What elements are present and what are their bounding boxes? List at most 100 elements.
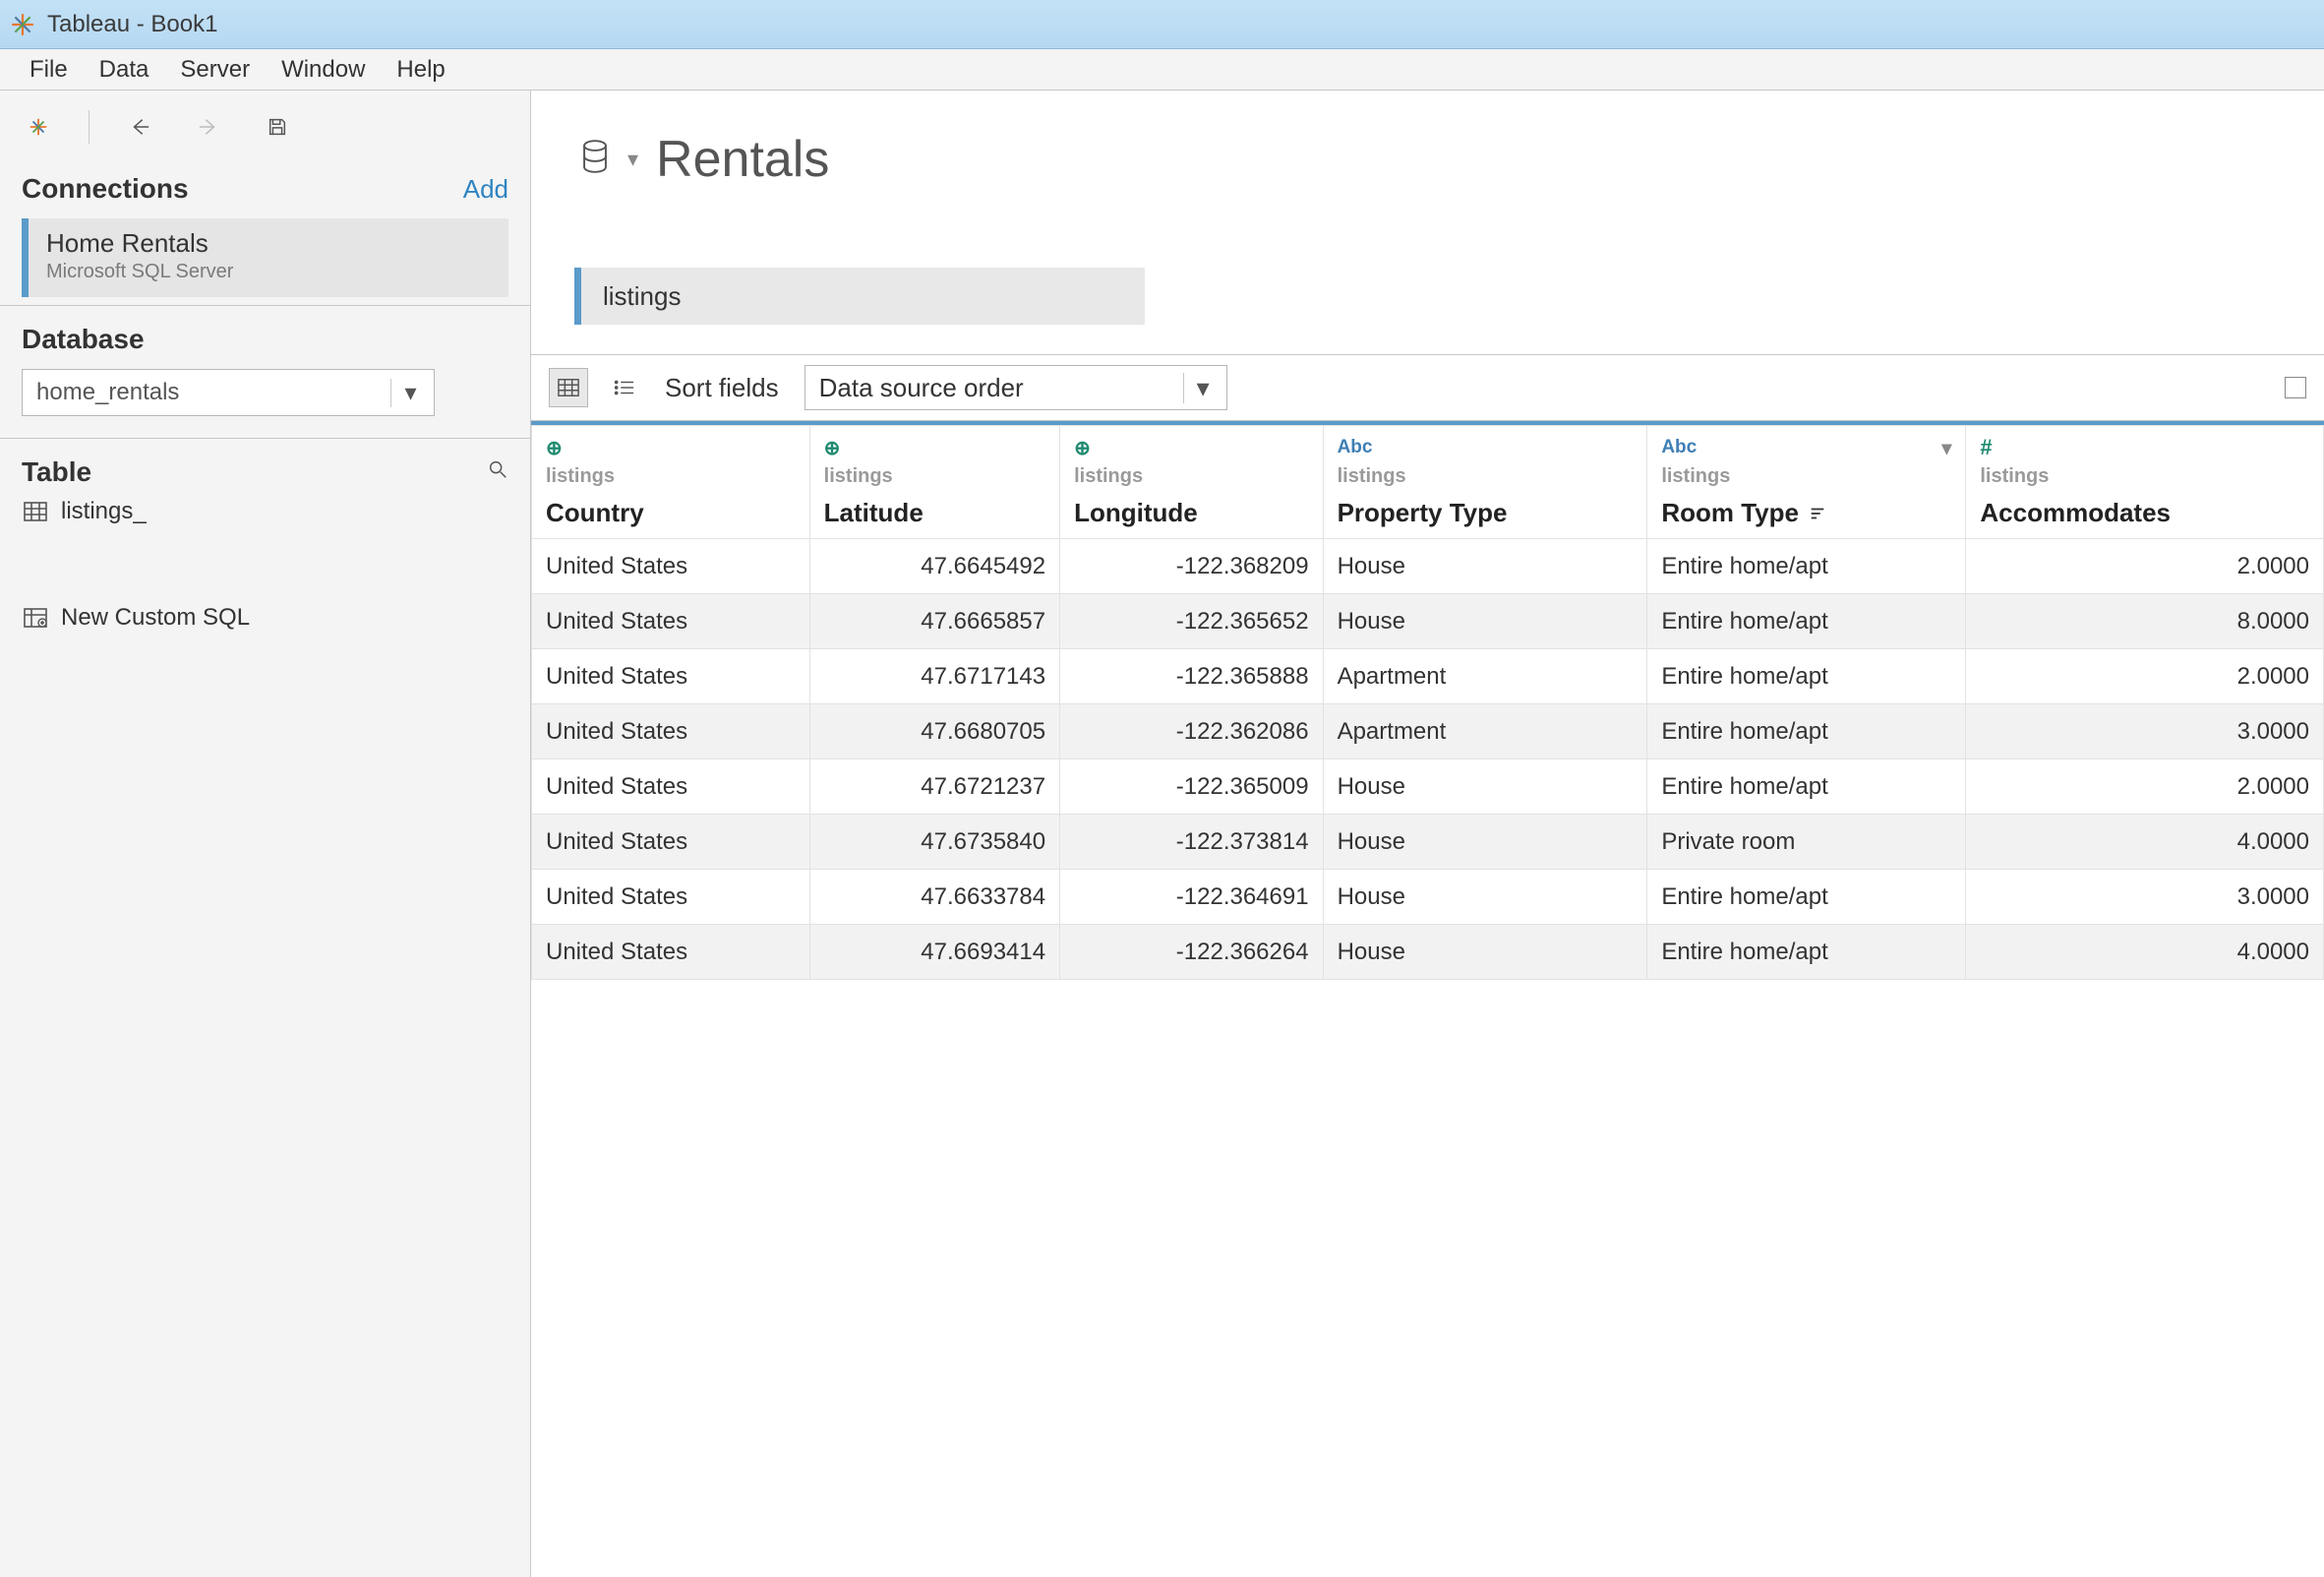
database-selected: home_rentals (36, 379, 179, 406)
cell-lat[interactable]: 47.6721237 (809, 759, 1059, 815)
cell-acc[interactable]: 2.0000 (1966, 649, 2324, 704)
menu-file[interactable]: File (14, 56, 84, 84)
database-dropdown[interactable]: home_rentals ▾ (22, 369, 435, 416)
cell-lon[interactable]: -122.364691 (1060, 870, 1323, 925)
table-row[interactable]: United States47.6721237-122.365009HouseE… (532, 759, 2324, 815)
database-icon[interactable] (580, 140, 610, 179)
sidebar: Connections Add Home Rentals Microsoft S… (0, 91, 531, 1577)
cell-rtype[interactable]: Entire home/apt (1647, 704, 1966, 759)
cell-country[interactable]: United States (532, 649, 810, 704)
table-row[interactable]: United States47.6665857-122.365652HouseE… (532, 594, 2324, 649)
add-connection-link[interactable]: Add (463, 174, 508, 205)
cell-lon[interactable]: -122.362086 (1060, 704, 1323, 759)
cell-lat[interactable]: 47.6645492 (809, 539, 1059, 594)
connections-section: Connections Add Home Rentals Microsoft S… (0, 155, 530, 305)
cell-lon[interactable]: -122.365652 (1060, 594, 1323, 649)
tableau-logo-icon (10, 12, 35, 37)
caret-icon[interactable]: ▾ (627, 147, 638, 172)
cell-country[interactable]: United States (532, 870, 810, 925)
menu-help[interactable]: Help (381, 56, 460, 84)
cell-lon[interactable]: -122.368209 (1060, 539, 1323, 594)
cell-rtype[interactable]: Entire home/apt (1647, 649, 1966, 704)
sort-fields-value: Data source order (819, 373, 1024, 403)
menu-window[interactable]: Window (266, 56, 381, 84)
column-header-acc[interactable]: #listingsAccommodates (1966, 426, 2324, 539)
connection-tile[interactable]: Home Rentals Microsoft SQL Server (22, 218, 508, 297)
table-row[interactable]: United States47.6735840-122.373814HouseP… (532, 815, 2324, 870)
cell-acc[interactable]: 2.0000 (1966, 759, 2324, 815)
cell-ptype[interactable]: House (1323, 759, 1647, 815)
save-button[interactable] (259, 108, 296, 146)
table-row[interactable]: United States47.6693414-122.366264HouseE… (532, 925, 2324, 980)
cell-country[interactable]: United States (532, 815, 810, 870)
list-view-button[interactable] (604, 368, 643, 407)
canvas-table-pill[interactable]: listings (574, 268, 1145, 325)
data-grid: ⊕listingsCountry⊕listingsLatitude⊕listin… (531, 425, 2324, 980)
cell-lat[interactable]: 47.6735840 (809, 815, 1059, 870)
cell-lon[interactable]: -122.366264 (1060, 925, 1323, 980)
cell-ptype[interactable]: House (1323, 539, 1647, 594)
cell-rtype[interactable]: Entire home/apt (1647, 925, 1966, 980)
cell-lon[interactable]: -122.365009 (1060, 759, 1323, 815)
show-aliases-checkbox[interactable] (2285, 377, 2306, 398)
cell-acc[interactable]: 4.0000 (1966, 925, 2324, 980)
column-name: Longitude (1074, 498, 1308, 528)
cell-ptype[interactable]: House (1323, 594, 1647, 649)
nav-forward-button[interactable] (190, 108, 227, 146)
cell-lat[interactable]: 47.6680705 (809, 704, 1059, 759)
menu-server[interactable]: Server (164, 56, 266, 84)
table-row[interactable]: United States47.6645492-122.368209HouseE… (532, 539, 2324, 594)
column-header-lat[interactable]: ⊕listingsLatitude (809, 426, 1059, 539)
table-item[interactable]: listings_ (22, 488, 508, 535)
cell-lat[interactable]: 47.6665857 (809, 594, 1059, 649)
nav-back-button[interactable] (121, 108, 158, 146)
column-header-ptype[interactable]: AbclistingsProperty Type (1323, 426, 1647, 539)
tableau-small-logo-icon[interactable] (20, 108, 57, 146)
cell-lat[interactable]: 47.6693414 (809, 925, 1059, 980)
custom-sql-icon (24, 608, 47, 628)
table-row[interactable]: United States47.6680705-122.362086Apartm… (532, 704, 2324, 759)
sort-fields-dropdown[interactable]: Data source order ▾ (804, 365, 1227, 410)
data-grid-scroll[interactable]: ⊕listingsCountry⊕listingsLatitude⊕listin… (531, 421, 2324, 1577)
menu-data[interactable]: Data (84, 56, 165, 84)
cell-acc[interactable]: 8.0000 (1966, 594, 2324, 649)
cell-acc[interactable]: 2.0000 (1966, 539, 2324, 594)
cell-rtype[interactable]: Entire home/apt (1647, 870, 1966, 925)
cell-acc[interactable]: 4.0000 (1966, 815, 2324, 870)
cell-country[interactable]: United States (532, 759, 810, 815)
column-header-rtype[interactable]: Abc▾listingsRoom Type (1647, 426, 1966, 539)
cell-lat[interactable]: 47.6633784 (809, 870, 1059, 925)
cell-ptype[interactable]: House (1323, 870, 1647, 925)
new-custom-sql[interactable]: New Custom SQL (22, 594, 508, 641)
cell-lon[interactable]: -122.373814 (1060, 815, 1323, 870)
column-header-lon[interactable]: ⊕listingsLongitude (1060, 426, 1323, 539)
column-header-country[interactable]: ⊕listingsCountry (532, 426, 810, 539)
cell-rtype[interactable]: Private room (1647, 815, 1966, 870)
cell-acc[interactable]: 3.0000 (1966, 704, 2324, 759)
connection-subtitle: Microsoft SQL Server (46, 261, 491, 283)
cell-rtype[interactable]: Entire home/apt (1647, 539, 1966, 594)
cell-lon[interactable]: -122.365888 (1060, 649, 1323, 704)
cell-ptype[interactable]: House (1323, 815, 1647, 870)
cell-country[interactable]: United States (532, 925, 810, 980)
cell-rtype[interactable]: Entire home/apt (1647, 759, 1966, 815)
cell-lat[interactable]: 47.6717143 (809, 649, 1059, 704)
column-name: Country (546, 498, 796, 528)
cell-rtype[interactable]: Entire home/apt (1647, 594, 1966, 649)
cell-ptype[interactable]: Apartment (1323, 649, 1647, 704)
table-row[interactable]: United States47.6633784-122.364691HouseE… (532, 870, 2324, 925)
cell-country[interactable]: United States (532, 594, 810, 649)
grid-view-button[interactable] (549, 368, 588, 407)
search-icon[interactable] (487, 458, 508, 486)
cell-ptype[interactable]: Apartment (1323, 704, 1647, 759)
column-menu-icon[interactable]: ▾ (1941, 436, 1951, 460)
table-row[interactable]: United States47.6717143-122.365888Apartm… (532, 649, 2324, 704)
number-type-icon: # (1980, 435, 1992, 460)
cell-country[interactable]: United States (532, 704, 810, 759)
cell-acc[interactable]: 3.0000 (1966, 870, 2324, 925)
sidebar-toolbar (0, 91, 530, 155)
cell-country[interactable]: United States (532, 539, 810, 594)
cell-ptype[interactable]: House (1323, 925, 1647, 980)
database-section: Database home_rentals ▾ (0, 305, 530, 438)
datasource-title[interactable]: Rentals (656, 130, 829, 189)
